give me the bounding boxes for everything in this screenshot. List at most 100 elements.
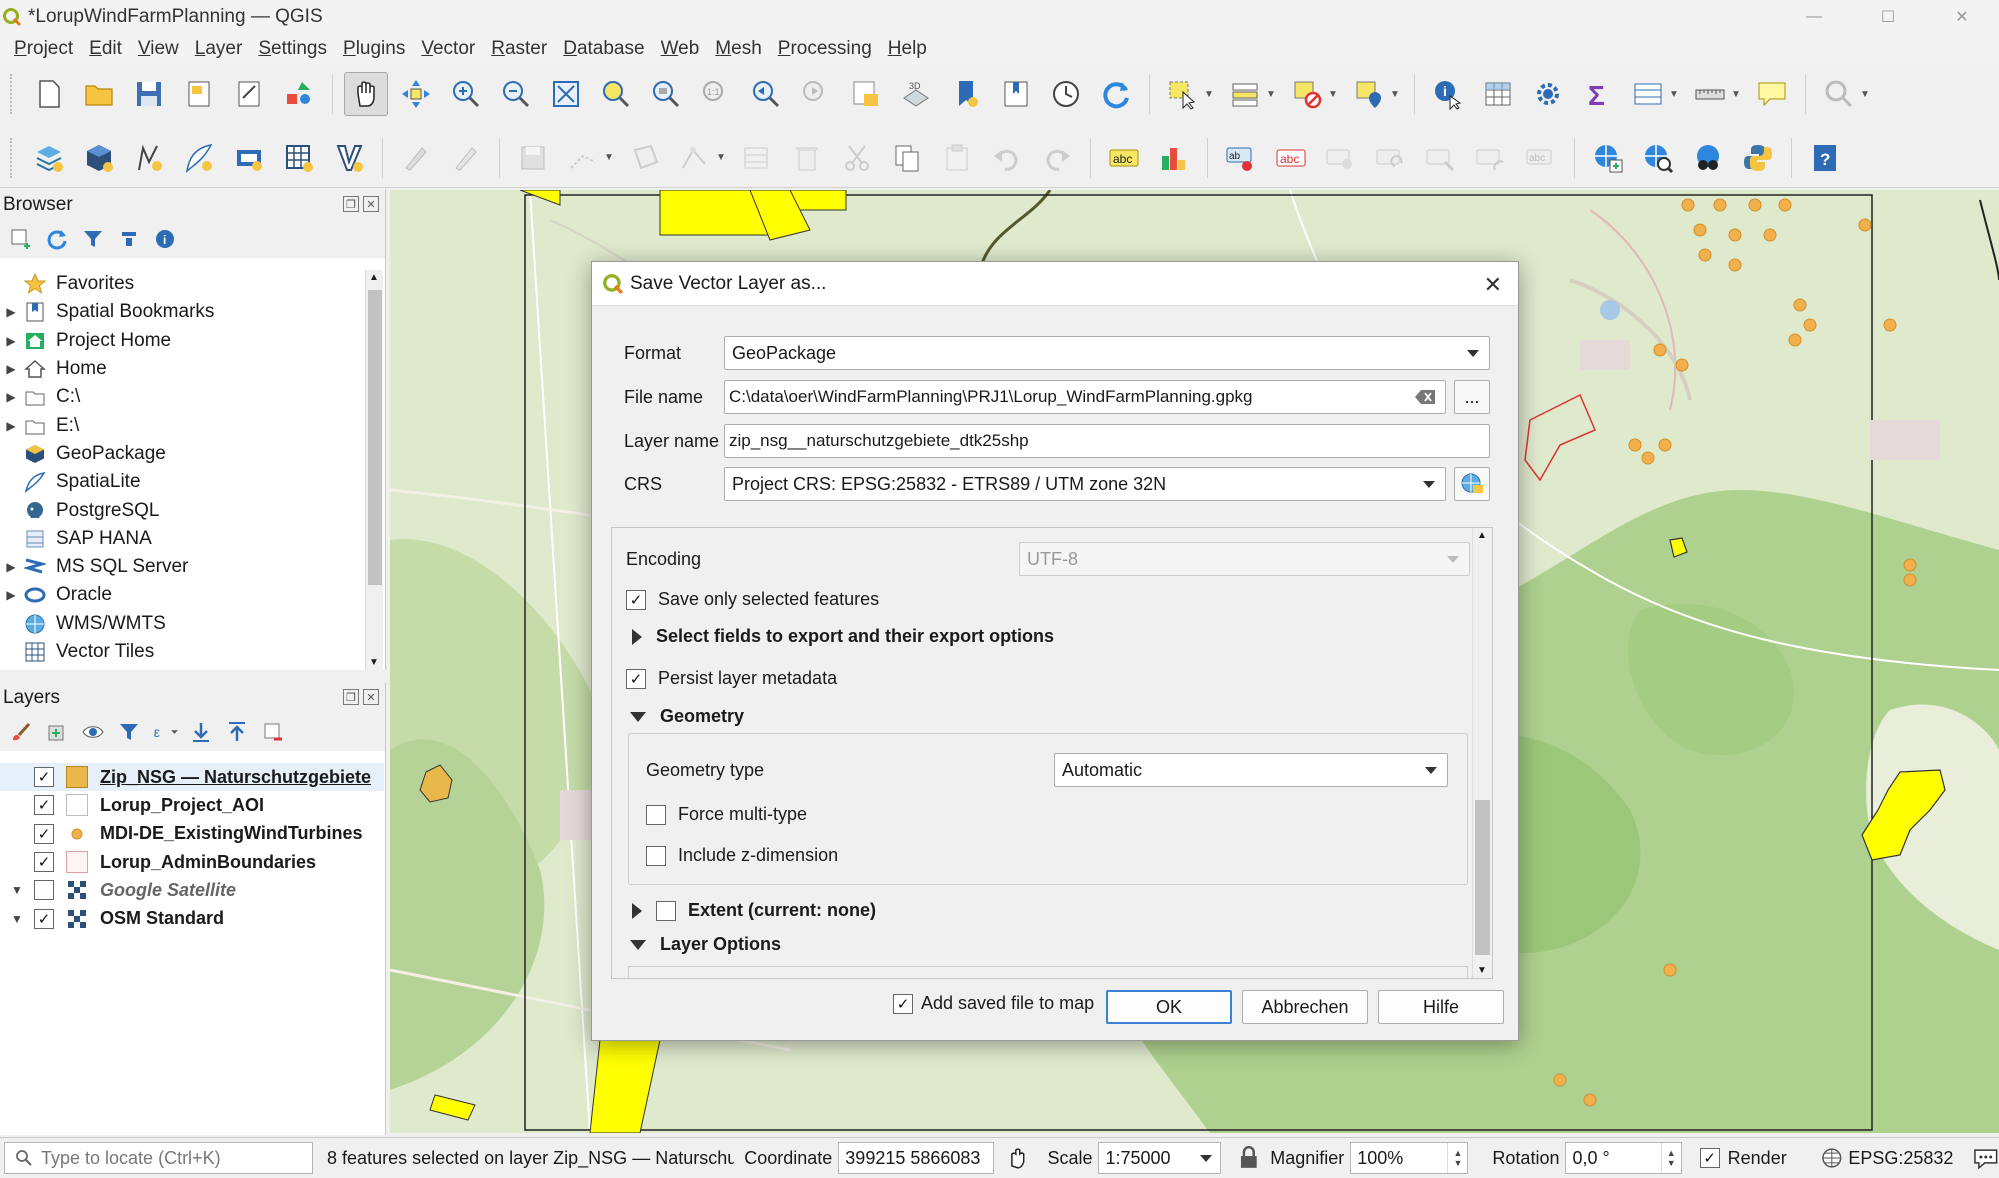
collapse-all-button[interactable]	[116, 226, 142, 252]
cancel-button[interactable]: Abbrechen	[1242, 990, 1368, 1024]
zoom-out-button[interactable]	[494, 72, 538, 116]
select-location-dropdown-arrow[interactable]: ▼	[1390, 89, 1402, 100]
attribute-table-button[interactable]	[1476, 72, 1520, 116]
magnifier-spinbox[interactable]: 100% ▲ ▼	[1350, 1142, 1469, 1174]
layer-diagram-button[interactable]	[1152, 136, 1196, 180]
pan-to-selection-button[interactable]	[394, 72, 438, 116]
browser-item-e[interactable]: ▶ E:\	[0, 411, 366, 439]
clear-input-icon[interactable]	[1415, 390, 1435, 404]
data-source-manager-button[interactable]	[27, 136, 71, 180]
options-scroll-thumb[interactable]	[1475, 800, 1490, 955]
open-project-button[interactable]	[77, 72, 121, 116]
menu-settings[interactable]: Settings	[250, 38, 335, 60]
menu-layer[interactable]: Layer	[187, 38, 251, 60]
select-dropdown-arrow[interactable]: ▼	[1204, 89, 1216, 100]
lock-icon[interactable]	[1239, 1146, 1259, 1170]
new-spatialite-layer-button[interactable]	[177, 136, 221, 180]
expand-arrow-icon[interactable]: ▶	[0, 334, 22, 348]
new-virtual-layer-button[interactable]	[227, 136, 271, 180]
expand-arrow-icon[interactable]: ▶	[0, 560, 22, 574]
new-project-button[interactable]	[27, 72, 71, 116]
float-panel-button[interactable]: ❐	[343, 689, 359, 705]
geometry-section[interactable]: Geometry	[626, 706, 744, 727]
pin-labels-button[interactable]: ab	[1219, 136, 1263, 180]
vertex-dropdown-arrow[interactable]: ▼	[716, 152, 728, 163]
copy-features-button[interactable]	[885, 136, 929, 180]
expand-arrow-icon[interactable]	[632, 902, 642, 919]
add-group-button[interactable]	[44, 719, 70, 745]
browser-item-favorites[interactable]: Favorites	[0, 270, 366, 298]
layer-visibility-checkbox[interactable]: ✓	[34, 767, 54, 788]
zoom-next-button[interactable]	[794, 72, 838, 116]
browser-item-vector-tiles[interactable]: Vector Tiles	[0, 638, 366, 666]
zoom-in-button[interactable]	[444, 72, 488, 116]
layer-item-lorup-adminboundaries[interactable]: ✓ Lorup_AdminBoundaries	[0, 848, 384, 876]
persist-metadata-checkbox[interactable]: ✓	[626, 668, 646, 689]
layer-visibility-checkbox[interactable]: ✓	[34, 795, 54, 816]
add-selected-layers-button[interactable]	[8, 226, 34, 252]
filename-input[interactable]: C:\data\oer\WindFarmPlanning\PRJ1\Lorup_…	[724, 380, 1446, 414]
menu-vector[interactable]: Vector	[413, 38, 483, 60]
browser-scrollbar[interactable]: ▲ ▼	[365, 270, 383, 670]
zoom-to-selection-button[interactable]	[594, 72, 638, 116]
deselect-features-button[interactable]	[1285, 72, 1329, 116]
browse-file-button[interactable]: ...	[1454, 380, 1490, 414]
include-z-checkbox[interactable]	[646, 845, 666, 866]
layer-item-osm-standard[interactable]: ▼ ✓ OSM Standard	[0, 904, 384, 932]
zoom-to-layer-button[interactable]	[644, 72, 688, 116]
browser-item-geopackage[interactable]: GeoPackage	[0, 440, 366, 468]
filter-legend-button[interactable]	[116, 719, 142, 745]
toggle-extents-icon[interactable]	[1006, 1146, 1030, 1170]
menu-mesh[interactable]: Mesh	[707, 38, 769, 60]
change-label-button[interactable]	[1419, 136, 1463, 180]
persist-metadata-row[interactable]: ✓ Persist layer metadata	[626, 668, 837, 689]
dialog-close-button[interactable]: ✕	[1484, 272, 1502, 298]
show-unplaced-labels-button[interactable]	[1469, 136, 1513, 180]
collapse-arrow-icon[interactable]	[630, 939, 646, 950]
refresh-browser-button[interactable]	[44, 226, 70, 252]
remove-layer-button[interactable]	[260, 719, 286, 745]
float-panel-button[interactable]: ❐	[343, 196, 359, 212]
new-shapefile-layer-button[interactable]	[127, 136, 171, 180]
new-print-layout-button[interactable]	[177, 72, 221, 116]
browser-item-postgresql[interactable]: PostgreSQL	[0, 496, 366, 524]
layer-visibility-checkbox[interactable]: ✓	[34, 908, 54, 929]
expand-arrow-icon[interactable]: ▼	[0, 883, 34, 897]
crs-combo[interactable]: Project CRS: EPSG:25832 - ETRS89 / UTM z…	[724, 467, 1446, 501]
close-panel-button[interactable]: ✕	[363, 196, 379, 212]
undo-button[interactable]	[985, 136, 1029, 180]
layername-input[interactable]: zip_nsg__naturschutzgebiete_dtk25shp	[724, 424, 1490, 458]
paste-features-button[interactable]	[935, 136, 979, 180]
expand-arrow-icon[interactable]: ▶	[0, 305, 22, 319]
save-edits-button[interactable]	[511, 136, 555, 180]
toolbar-handle[interactable]	[10, 74, 16, 114]
extent-checkbox[interactable]	[656, 900, 676, 921]
menu-raster[interactable]: Raster	[483, 38, 555, 60]
select-by-value-button[interactable]	[1223, 72, 1267, 116]
messages-icon[interactable]	[1973, 1147, 1999, 1169]
layer-visibility-checkbox[interactable]: ✓	[34, 823, 54, 844]
force-multi-row[interactable]: Force multi-type	[646, 804, 807, 825]
select-fields-section[interactable]: Select fields to export and their export…	[626, 626, 1054, 647]
geometry-type-combo[interactable]: Automatic	[1054, 753, 1448, 787]
close-window-button[interactable]: ✕	[1925, 0, 1999, 34]
add-to-map-row[interactable]: ✓ Add saved file to map	[893, 993, 1094, 1014]
toggle-editing-button[interactable]	[444, 136, 488, 180]
browser-item-wms-wmts[interactable]: WMS/WMTS	[0, 610, 366, 638]
layer-item-google-satellite[interactable]: ▼ Google Satellite	[0, 876, 384, 904]
digitize-dropdown-arrow[interactable]: ▼	[604, 152, 616, 163]
cut-features-button[interactable]	[835, 136, 879, 180]
save-project-button[interactable]	[127, 72, 171, 116]
move-label-button[interactable]	[1319, 136, 1363, 180]
current-edits-button[interactable]	[394, 136, 438, 180]
save-selected-row[interactable]: ✓ Save only selected features	[626, 589, 879, 610]
locator-search-input[interactable]: Type to locate (Ctrl+K)	[4, 1142, 314, 1174]
browser-scroll-thumb[interactable]	[368, 290, 382, 585]
scale-combo[interactable]: 1:75000	[1098, 1142, 1221, 1174]
open-attribute-table-button[interactable]	[1626, 72, 1670, 116]
info-button[interactable]: i	[152, 226, 178, 252]
identify-features-button[interactable]: i	[1426, 72, 1470, 116]
layer-item-lorup-project-aoi[interactable]: ✓ Lorup_Project_AOI	[0, 791, 384, 819]
spinner-arrows-icon[interactable]: ▲ ▼	[1660, 1143, 1681, 1173]
add-to-map-checkbox[interactable]: ✓	[893, 993, 913, 1014]
